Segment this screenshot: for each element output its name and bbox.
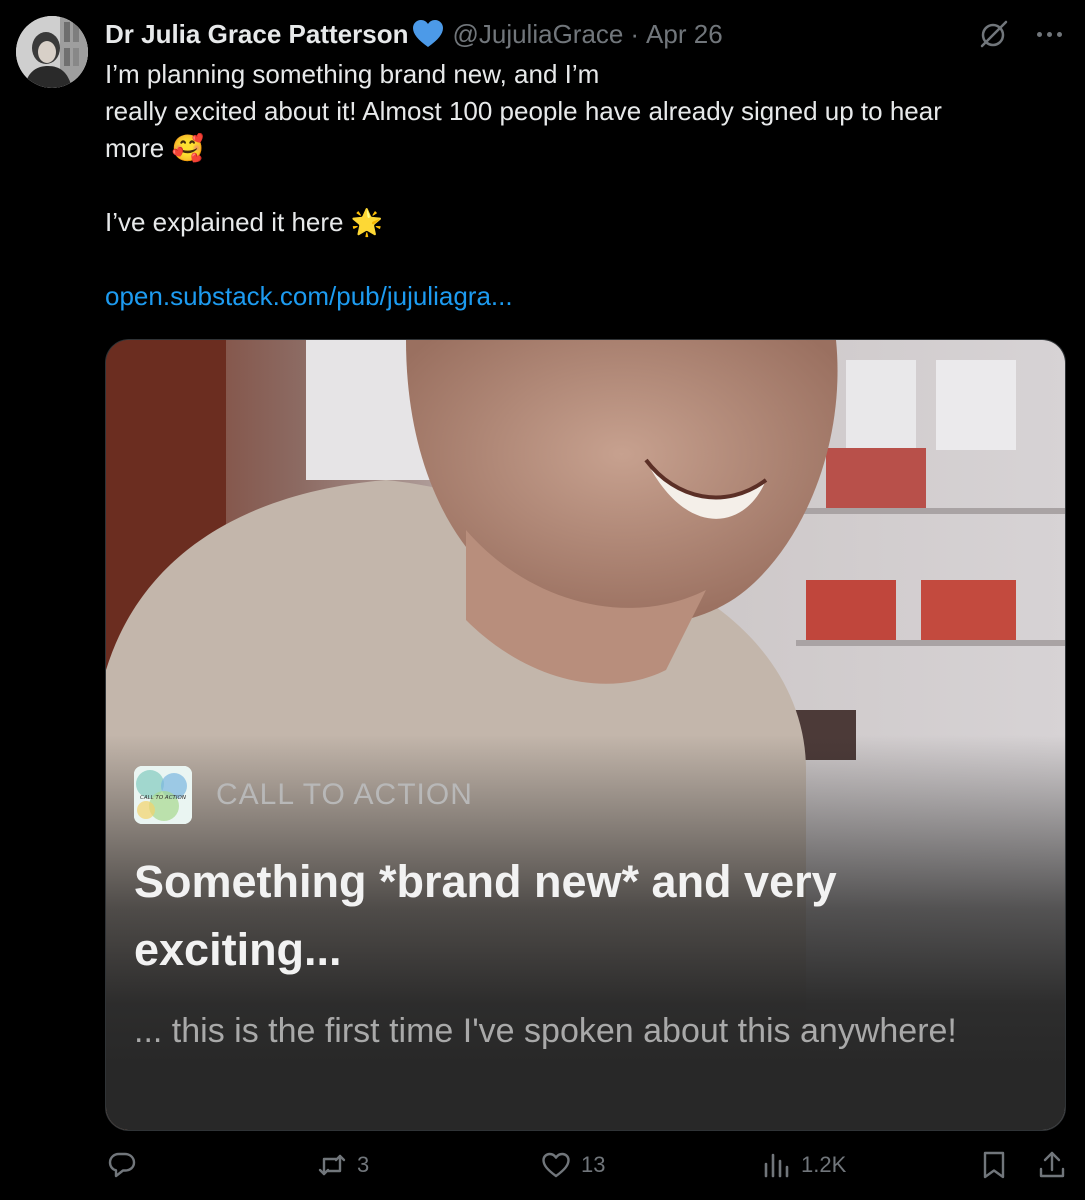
smiling-face-with-hearts-emoji: 🥰: [171, 133, 204, 163]
display-name[interactable]: Dr Julia Grace Patterson: [105, 19, 408, 50]
share-icon: [1039, 1151, 1065, 1178]
tweet: Dr Julia Grace Patterson @JujuliaGrace ·…: [0, 0, 1085, 1200]
share-button[interactable]: [1037, 1150, 1067, 1180]
more-options-icon[interactable]: [1037, 29, 1065, 39]
views-count: 1.2K: [801, 1152, 847, 1177]
card-title: Something *brand new* and very exciting.…: [134, 856, 837, 975]
like-count: 13: [581, 1152, 606, 1177]
timestamp[interactable]: Apr 26: [646, 19, 723, 50]
logo-text: CALL TO ACTION: [140, 795, 186, 801]
heart-icon: [542, 1152, 570, 1178]
avatar[interactable]: [16, 16, 88, 88]
separator: ·: [630, 18, 640, 49]
publication-name: CALL TO ACTION: [216, 778, 473, 811]
reply-icon: [108, 1152, 136, 1178]
retweet-count: 3: [357, 1152, 370, 1177]
handle[interactable]: @JujuliaGrace: [452, 19, 623, 50]
action-bar: 3 13 1.2K: [105, 1150, 1065, 1192]
avatar-photo: [16, 16, 88, 88]
bookmark-icon: [983, 1151, 1005, 1179]
glowing-star-emoji: 🌟: [350, 207, 384, 237]
tweet-line: I’ve explained it here 🌟: [105, 204, 1045, 241]
views-chart-icon: [764, 1153, 789, 1178]
card-subtitle: ... this is the first time I've spoken a…: [134, 1012, 957, 1050]
bookmark-button[interactable]: [979, 1150, 1009, 1180]
header-actions: [979, 19, 1065, 49]
tweet-text-fragment: I’ve explained it here: [105, 207, 351, 237]
publication-logo-art: CALL TO ACTION: [134, 766, 192, 824]
tweet-line: I’m planning something brand new, and I’…: [105, 59, 600, 89]
reply-button[interactable]: [107, 1150, 147, 1180]
tweet-header: Dr Julia Grace Patterson @JujuliaGrace ·…: [105, 14, 1065, 54]
grok-icon[interactable]: [979, 19, 1009, 49]
retweet-icon: [318, 1154, 346, 1176]
link-preview-card[interactable]: CALL TO ACTION CALL TO ACTION Something …: [105, 339, 1066, 1131]
like-button[interactable]: 13: [541, 1150, 605, 1180]
publication-row: CALL TO ACTION CALL TO ACTION: [134, 766, 473, 824]
tweet-line: really excited about it! Almost 100 peop…: [105, 96, 942, 126]
retweet-button[interactable]: 3: [317, 1150, 369, 1180]
tweet-text-fragment: more: [105, 133, 172, 163]
blue-heart-icon: [413, 20, 444, 47]
tweet-link[interactable]: open.substack.com/pub/jujuliagra...: [105, 281, 513, 311]
tweet-text: I’m planning something brand new, and I’…: [105, 56, 1045, 315]
tweet-line: more 🥰: [105, 130, 1045, 167]
publication-logo: CALL TO ACTION: [134, 766, 192, 824]
views-button[interactable]: 1.2K: [761, 1150, 846, 1180]
